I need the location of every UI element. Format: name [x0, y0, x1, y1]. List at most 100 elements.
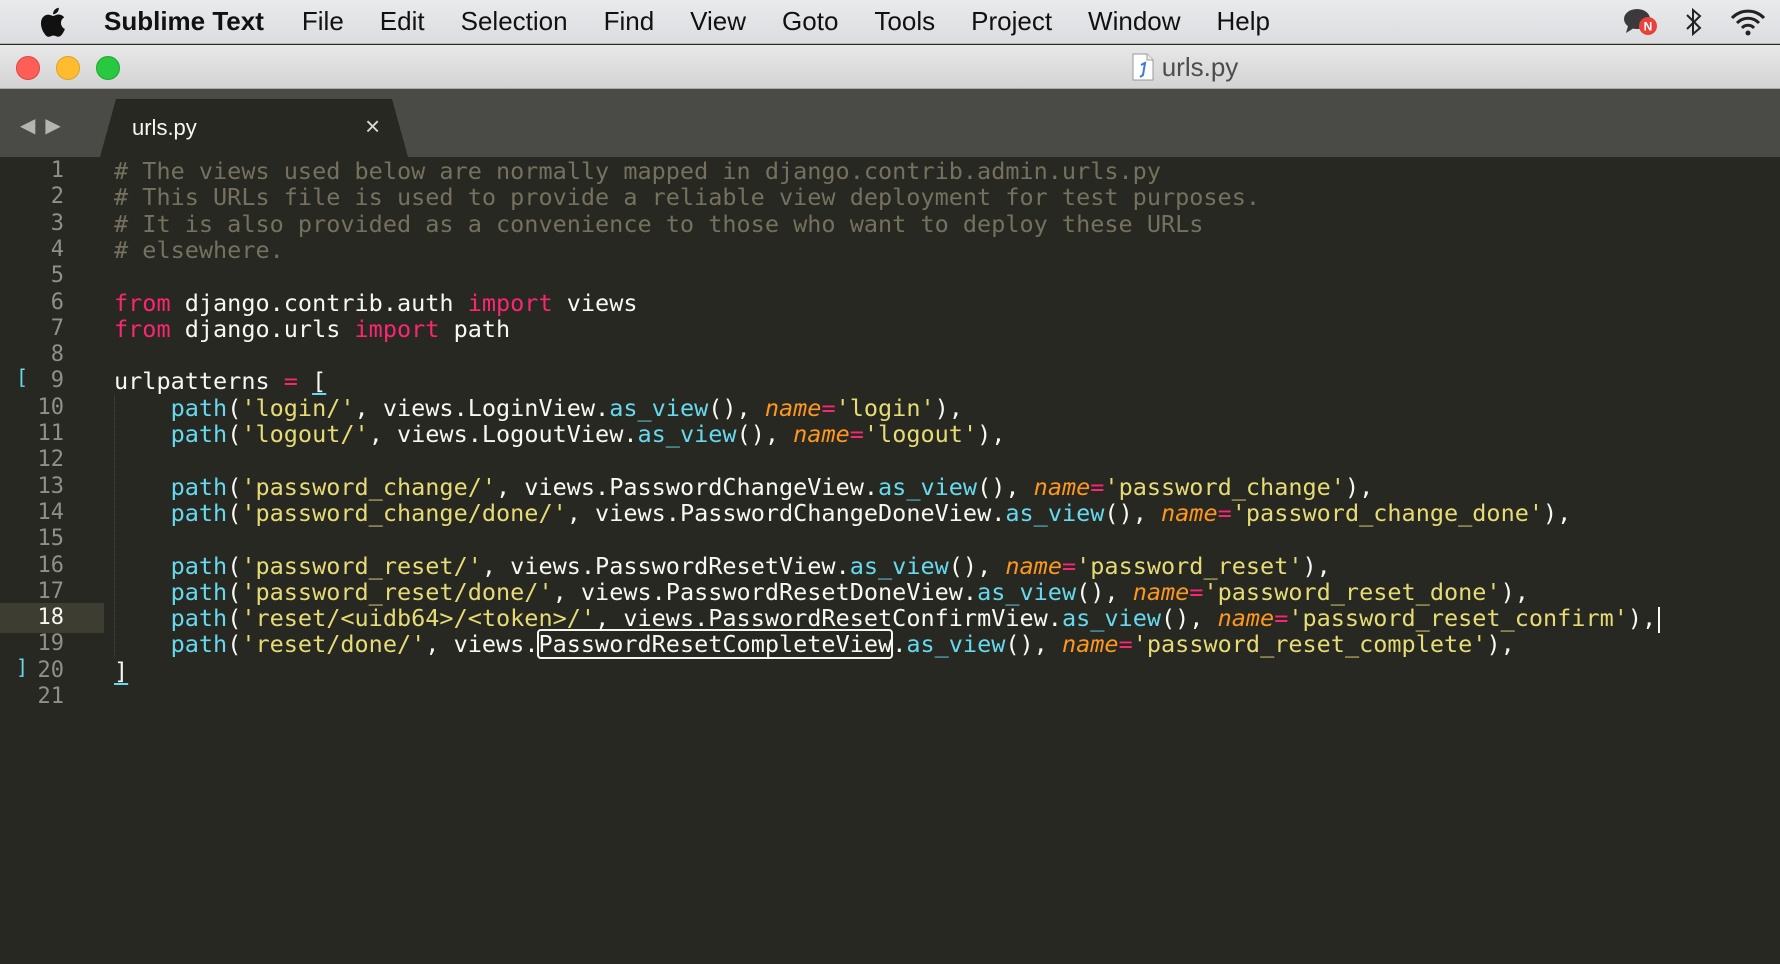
line-number-gutter: 1 2 3 4 5 6 7 8 9 10 11 12 13 14 15 16 17 18 19 20 21[] [0, 157, 104, 964]
code-token: PasswordResetCompleteView [537, 629, 894, 660]
code-token: 'password_reset_done' [1203, 577, 1501, 606]
code-token: ), [1543, 498, 1572, 527]
code-token: = [1118, 630, 1133, 659]
code-token: import [467, 288, 553, 317]
code-token: , views.PasswordResetDoneView. [552, 577, 978, 606]
code-line[interactable]: path('reset/done/', views.PasswordResetC… [114, 629, 1515, 660]
code-token: ( [227, 577, 242, 606]
line-number: 21 [37, 684, 65, 709]
code-token: (), [977, 472, 1034, 501]
code-token: , views. [425, 630, 539, 659]
code-token: , views.PasswordChangeDoneView. [566, 498, 1006, 527]
apple-menu-icon[interactable] [38, 6, 72, 38]
code-token: = [821, 393, 836, 422]
code-token: import [354, 314, 440, 343]
code-token: = [1090, 472, 1105, 501]
menu-view[interactable]: View [690, 6, 746, 37]
code-token: name [1132, 577, 1190, 606]
code-token: ] [114, 656, 129, 685]
code-token: , views.PasswordResetConfirmView. [595, 604, 1062, 633]
wifi-icon[interactable] [1730, 8, 1766, 36]
menu-tools[interactable]: Tools [874, 6, 935, 37]
code-token: from [114, 288, 171, 317]
chat-notification-icon[interactable]: N [1622, 6, 1658, 38]
code-token: # It is also provided as a convenience t… [114, 209, 1204, 238]
tab-close-icon[interactable]: × [365, 111, 380, 142]
code-token: path [439, 314, 511, 343]
code-token: (), [1104, 498, 1162, 527]
menu-goto[interactable]: Goto [782, 6, 838, 37]
menu-edit[interactable]: Edit [380, 6, 425, 37]
code-token: 'password_reset_confirm' [1288, 604, 1628, 633]
code-editor[interactable]: 1 2 3 4 5 6 7 8 9 10 11 12 13 14 15 16 17 18 19 20 21[] # Th… [0, 157, 1780, 964]
tab-urls-py[interactable]: urls.py × [100, 99, 408, 157]
code-token: path [170, 472, 228, 501]
code-token: name [1217, 604, 1275, 633]
fold-marker-icon[interactable]: [ [16, 362, 28, 392]
code-token: 'login' [835, 393, 935, 422]
notification-badge: N [1644, 20, 1653, 34]
menu-file[interactable]: File [302, 6, 344, 37]
code-token: # The views used below are normally mapp… [114, 157, 1161, 185]
code-token: path [170, 498, 228, 527]
menu-bar: Sublime Text File Edit Selection Find Vi… [0, 0, 1780, 44]
code-token: = [849, 420, 864, 448]
code-token: path [170, 577, 228, 606]
code-token: # elsewhere. [114, 235, 284, 264]
code-token: django.urls [170, 314, 355, 343]
status-area: N [1622, 0, 1780, 44]
code-token: views [552, 288, 638, 317]
code-token: 'password_reset' [1076, 551, 1303, 580]
code-token: urlpatterns [114, 367, 284, 396]
code-token: 'reset/done/' [241, 630, 426, 659]
code-token: (), [948, 551, 1006, 580]
window-title-text: urls.py [1161, 51, 1239, 82]
menu-selection[interactable]: Selection [461, 6, 568, 37]
menu-help[interactable]: Help [1217, 6, 1270, 37]
tab-back-icon[interactable]: ◀ [20, 113, 35, 138]
code-token: ), [934, 393, 963, 422]
code-token: 'password_reset_complete' [1132, 630, 1487, 659]
code-token: . [892, 630, 907, 659]
code-token: (), [736, 420, 794, 448]
code-line[interactable]: path('password_change/done/', views.Pass… [114, 498, 1572, 528]
code-token: 'password_change/' [241, 472, 497, 501]
code-token: from [114, 314, 171, 343]
code-token: = [1061, 551, 1077, 580]
menu-app-name[interactable]: Sublime Text [104, 6, 264, 37]
code-token: path [170, 420, 228, 448]
code-line[interactable]: ] [114, 656, 128, 686]
code-token: name [764, 393, 822, 422]
code-line[interactable]: # elsewhere. [114, 235, 284, 265]
tab-label: urls.py [132, 115, 197, 140]
code-token: (), [1005, 630, 1062, 659]
code-token: ( [227, 498, 242, 527]
code-token: 'password_change' [1104, 472, 1345, 501]
code-token: ), [1302, 551, 1331, 580]
code-token: as_view [849, 551, 949, 580]
code-line[interactable]: path('logout/', views.LogoutView.as_view… [114, 419, 1006, 449]
code-token: ( [227, 420, 242, 448]
code-token: name [793, 420, 850, 448]
code-token: (), [1161, 604, 1218, 633]
code-token: = [1189, 577, 1204, 606]
code-token: name [1005, 551, 1062, 580]
menu-window[interactable]: Window [1088, 6, 1180, 37]
code-token: ( [227, 393, 242, 422]
code-token: , views.LoginView. [354, 393, 610, 422]
menu-project[interactable]: Project [971, 6, 1052, 37]
fold-marker-icon[interactable]: ] [16, 652, 28, 682]
code-token: path [170, 630, 228, 659]
code-token: as_view [609, 393, 709, 422]
bluetooth-icon[interactable] [1684, 7, 1704, 37]
code-line[interactable]: from django.urls import path [114, 314, 510, 344]
menu-find[interactable]: Find [604, 6, 655, 37]
tab-nav-arrows: ◀ ▶ [20, 113, 61, 138]
window-titlebar: urls.py [0, 45, 1780, 89]
code-token: 'login/' [241, 393, 355, 422]
code-token: 'logout/' [241, 420, 369, 448]
tab-forward-icon[interactable]: ▶ [45, 113, 60, 138]
